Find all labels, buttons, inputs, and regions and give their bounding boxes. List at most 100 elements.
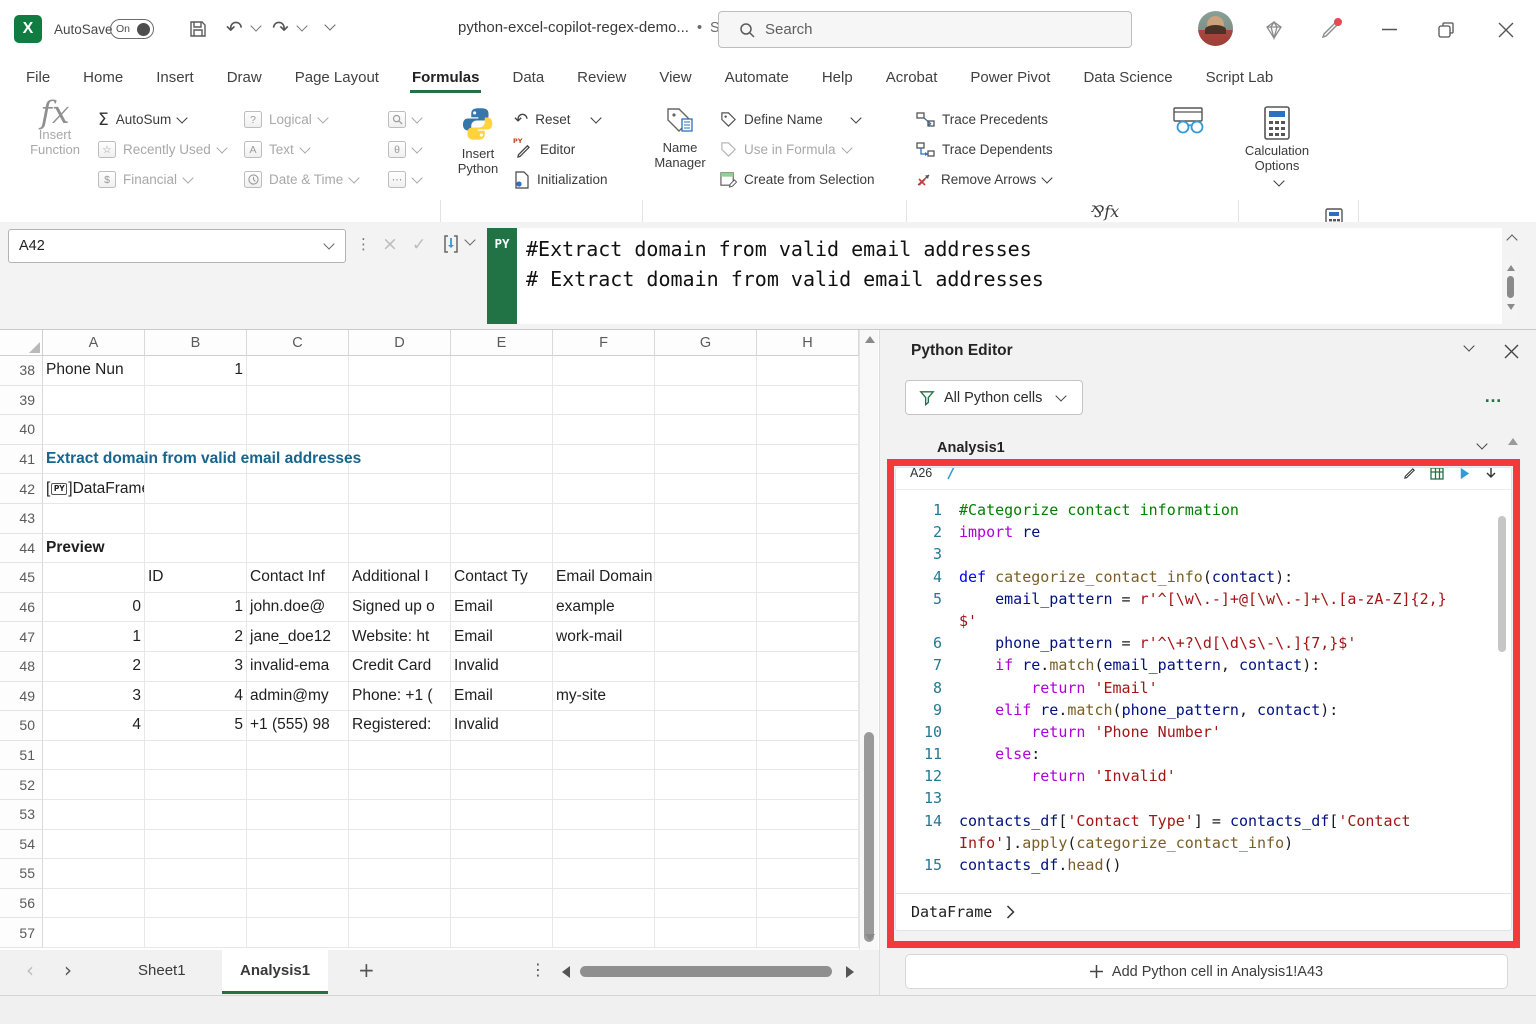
menu-tab-formulas[interactable]: Formulas (410, 61, 482, 93)
grid-cell-F51[interactable] (553, 741, 655, 771)
grid-cell-E54[interactable] (451, 830, 553, 860)
grid-cell-E51[interactable] (451, 741, 553, 771)
grid-cell-E39[interactable] (451, 386, 553, 416)
grid-cell-F53[interactable] (553, 800, 655, 830)
row-header-51[interactable]: 51 (0, 741, 43, 771)
prev-sheet-arrow[interactable]: ‹ (26, 958, 34, 982)
grid-cell-E49[interactable]: Email (451, 682, 553, 712)
row-header-39[interactable]: 39 (0, 386, 43, 416)
row-header-49[interactable]: 49 (0, 682, 43, 712)
grid-cell-A53[interactable] (43, 800, 145, 830)
grid-cell-B42[interactable] (145, 474, 247, 504)
autosave-toggle[interactable]: On (110, 19, 154, 39)
menu-tab-review[interactable]: Review (575, 61, 628, 93)
grid-cell-F40[interactable] (553, 415, 655, 445)
grid-cell-D54[interactable] (349, 830, 451, 860)
grid-cell-B53[interactable] (145, 800, 247, 830)
grid-cell-G47[interactable] (655, 622, 757, 652)
grid-cell-F39[interactable] (553, 386, 655, 416)
menu-tab-home[interactable]: Home (81, 61, 125, 93)
grid-cell-D38[interactable] (349, 356, 451, 386)
menu-tab-page-layout[interactable]: Page Layout (293, 61, 381, 93)
grid-cell-B45[interactable]: ID (145, 563, 247, 593)
grid-cell-C46[interactable]: john.doe@ (247, 593, 349, 623)
grid-cell-F47[interactable]: work-mail (553, 622, 655, 652)
grid-cell-H39[interactable] (757, 386, 859, 416)
grid-cell-F54[interactable] (553, 830, 655, 860)
grid-cell-E48[interactable]: Invalid (451, 652, 553, 682)
grid-cell-B38[interactable]: 1 (145, 356, 247, 386)
grid-cell-G39[interactable] (655, 386, 757, 416)
grid-cell-H54[interactable] (757, 830, 859, 860)
collapse-formula-bar-chevron-icon[interactable] (1506, 234, 1517, 245)
grid-cell-A50[interactable]: 4 (43, 711, 145, 741)
grid-cell-A42[interactable]: [PY]DataFrame (43, 474, 145, 504)
grid-cell-B57[interactable] (145, 918, 247, 948)
grid-cell-C44[interactable] (247, 534, 349, 564)
menu-tab-acrobat[interactable]: Acrobat (884, 61, 940, 93)
grid-cell-D42[interactable] (349, 474, 451, 504)
grid-cell-F50[interactable] (553, 711, 655, 741)
grid-cell-F55[interactable] (553, 859, 655, 889)
sheet-kebab-icon[interactable]: ⋮ (530, 960, 546, 979)
menu-tab-help[interactable]: Help (820, 61, 855, 93)
row-header-45[interactable]: 45 (0, 563, 43, 593)
grid-cell-D48[interactable]: Credit Card (349, 652, 451, 682)
grid-cell-F56[interactable] (553, 889, 655, 919)
grid-cell-B39[interactable] (145, 386, 247, 416)
date-time-button[interactable]: Date & Time (244, 166, 358, 193)
grid-cell-H44[interactable] (757, 534, 859, 564)
grid-cell-A45[interactable] (43, 563, 145, 593)
grid-cell-H49[interactable] (757, 682, 859, 712)
redo-button[interactable]: ↷ (272, 16, 289, 40)
python-cells-filter-dropdown[interactable]: All Python cells (905, 380, 1083, 415)
watch-window-button[interactable] (1158, 106, 1220, 140)
formula-bar-scrollbar[interactable] (1504, 260, 1517, 322)
grid-cell-A39[interactable] (43, 386, 145, 416)
grid-cell-G52[interactable] (655, 770, 757, 800)
insert-python-button[interactable]: Insert Python (448, 106, 508, 176)
undo-button[interactable]: ↶ (226, 16, 243, 40)
grid-cell-F43[interactable] (553, 504, 655, 534)
column-header-D[interactable]: D (349, 330, 451, 356)
grid-cell-B56[interactable] (145, 889, 247, 919)
row-header-53[interactable]: 53 (0, 800, 43, 830)
grid-cell-E47[interactable]: Email (451, 622, 553, 652)
grid-cell-G48[interactable] (655, 652, 757, 682)
grid-cell-C56[interactable] (247, 889, 349, 919)
search-input[interactable]: Search (718, 11, 1132, 48)
grid-cell-A44[interactable]: Preview (43, 534, 145, 564)
grid-cell-D45[interactable]: Additional I (349, 563, 451, 593)
grid-cell-E43[interactable] (451, 504, 553, 534)
grid-cell-A46[interactable]: 0 (43, 593, 145, 623)
more-options-button[interactable]: … (1484, 386, 1503, 407)
grid-cell-B54[interactable] (145, 830, 247, 860)
announcement-pen-icon[interactable] (1318, 16, 1344, 42)
section-chevron-icon[interactable] (1476, 438, 1487, 449)
grid-cell-G40[interactable] (655, 415, 757, 445)
grid-cell-G38[interactable] (655, 356, 757, 386)
grid-cell-C52[interactable] (247, 770, 349, 800)
grid-cell-H57[interactable] (757, 918, 859, 948)
grid-cell-H51[interactable] (757, 741, 859, 771)
menu-tab-draw[interactable]: Draw (225, 61, 264, 93)
grid-cell-E44[interactable] (451, 534, 553, 564)
row-header-42[interactable]: 42 (0, 474, 43, 504)
grid-cell-A38[interactable]: Phone Nun (43, 356, 145, 386)
grid-cell-E55[interactable] (451, 859, 553, 889)
grid-cell-B46[interactable]: 1 (145, 593, 247, 623)
menu-tab-insert[interactable]: Insert (154, 61, 196, 93)
grid-cell-H53[interactable] (757, 800, 859, 830)
menu-tab-view[interactable]: View (657, 61, 693, 93)
grid-cell-G53[interactable] (655, 800, 757, 830)
row-header-50[interactable]: 50 (0, 711, 43, 741)
grid-cell-E46[interactable]: Email (451, 593, 553, 623)
collapse-pane-chevron-icon[interactable] (1463, 340, 1474, 351)
grid-cell-B40[interactable] (145, 415, 247, 445)
grid-cell-G55[interactable] (655, 859, 757, 889)
grid-cell-H56[interactable] (757, 889, 859, 919)
column-header-H[interactable]: H (757, 330, 859, 356)
grid-cell-F48[interactable] (553, 652, 655, 682)
restore-button[interactable] (1438, 22, 1454, 38)
grid-cell-A43[interactable] (43, 504, 145, 534)
